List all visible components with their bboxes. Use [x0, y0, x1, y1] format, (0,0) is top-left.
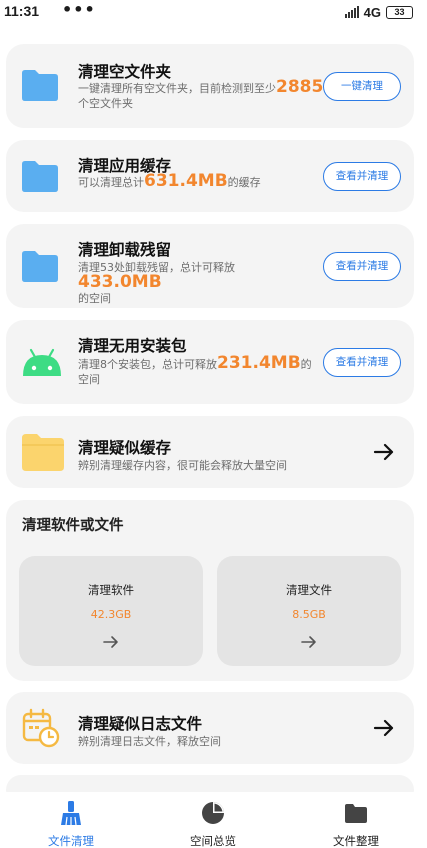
folder-icon — [22, 70, 58, 101]
card-log-files[interactable]: 清理疑似日志文件 辨别清理日志文件，释放空间 — [6, 692, 414, 764]
tab-label: 文件整理 — [333, 834, 379, 848]
desc-text: 可以清理总计 — [78, 176, 144, 189]
card-description: 清理8个安装包，总计可释放231.4MB的空间 — [78, 353, 318, 387]
tab-label: 空间总览 — [190, 834, 236, 848]
view-and-clean-button[interactable]: 查看并清理 — [323, 252, 401, 281]
battery-icon: 33 — [386, 5, 413, 19]
view-and-clean-button[interactable]: 查看并清理 — [323, 162, 401, 191]
clean-files-tile[interactable]: 清理文件 8.5GB — [217, 556, 401, 666]
pie-chart-icon — [202, 802, 224, 824]
bottom-navigation: 文件清理 空间总览 文件整理 — [0, 792, 427, 848]
tab-file-organize[interactable]: 文件整理 — [285, 800, 427, 848]
arrow-right-icon[interactable] — [372, 716, 396, 740]
view-and-clean-button[interactable]: 查看并清理 — [323, 348, 401, 377]
tab-space-overview[interactable]: 空间总览 — [142, 800, 284, 848]
folder-icon — [22, 161, 58, 192]
arrow-right-icon — [103, 636, 118, 648]
section-title: 清理软件或文件 — [22, 518, 124, 534]
tile-size: 42.3GB — [90, 608, 132, 621]
desc-text: 个空文件夹 — [78, 97, 133, 110]
card-title: 清理无用安装包 — [78, 337, 187, 355]
software-or-file-section: 清理软件或文件 清理软件 42.3GB 清理文件 8.5GB — [6, 500, 414, 681]
package-size: 231.4MB — [217, 353, 301, 373]
android-icon — [23, 348, 61, 376]
card-suspected-cache[interactable]: 清理疑似缓存 辨别清理缓存内容，很可能会释放大量空间 — [6, 416, 414, 488]
folder-icon — [22, 251, 58, 282]
status-time: 11:31 — [4, 3, 40, 19]
card-title: 清理疑似日志文件 — [78, 715, 203, 733]
desc-text: 一键清理所有空文件夹，目前检测到至少 — [78, 82, 276, 95]
card-title: 清理空文件夹 — [78, 63, 172, 81]
card-description: 辨别清理日志文件，释放空间 — [78, 735, 221, 748]
broom-icon — [61, 801, 81, 826]
desc-text: 清理8个安装包，总计可释放 — [78, 358, 217, 371]
tile-label: 清理文件 — [286, 583, 332, 597]
network-type: 4G — [363, 4, 381, 20]
card-description: 清理53处卸载残留，总计可释放433.0MB 的空间 — [78, 260, 318, 306]
card-uninstall-residue[interactable]: 清理卸载残留 清理53处卸载残留，总计可释放433.0MB 的空间 查看并清理 — [6, 224, 414, 308]
arrow-right-icon[interactable] — [372, 440, 396, 464]
one-click-clean-button[interactable]: 一键清理 — [323, 72, 401, 101]
arrow-right-icon — [301, 636, 316, 648]
tile-size: 8.5GB — [292, 608, 326, 621]
card-description: 辨别清理缓存内容，很可能会释放大量空间 — [78, 459, 287, 472]
calendar-clock-icon — [22, 708, 60, 748]
card-description: 可以清理总计631.4MB的缓存 — [78, 171, 318, 191]
card-title: 清理卸载残留 — [78, 241, 172, 259]
status-bar: 11:31 ••• 4G 33 — [0, 0, 427, 24]
residue-size: 433.0MB — [78, 272, 162, 292]
tile-label: 清理软件 — [88, 583, 134, 597]
desc-text: 的缓存 — [227, 176, 261, 189]
desc-text: 的空间 — [78, 292, 111, 305]
cache-size: 631.4MB — [144, 171, 228, 191]
card-description: 一键清理所有空文件夹，目前检测到至少2885 个空文件夹 — [78, 77, 328, 111]
signal-icon — [344, 6, 359, 18]
card-empty-folders[interactable]: 清理空文件夹 一键清理所有空文件夹，目前检测到至少2885 个空文件夹 一键清理 — [6, 44, 414, 128]
status-indicators: 4G 33 — [344, 4, 413, 20]
clean-software-tile[interactable]: 清理软件 42.3GB — [19, 556, 203, 666]
card-install-packages[interactable]: 清理无用安装包 清理8个安装包，总计可释放231.4MB的空间 查看并清理 — [6, 320, 414, 404]
empty-folder-count: 2885 — [276, 77, 324, 97]
card-title: 清理疑似缓存 — [78, 439, 172, 457]
folder-icon — [345, 804, 367, 823]
tab-file-cleanup[interactable]: 文件清理 — [0, 800, 142, 848]
card-app-cache[interactable]: 清理应用缓存 可以清理总计631.4MB的缓存 查看并清理 — [6, 140, 414, 212]
status-more-dots: ••• — [62, 0, 96, 19]
yellow-folder-icon — [22, 434, 64, 471]
tab-label: 文件清理 — [48, 834, 94, 848]
